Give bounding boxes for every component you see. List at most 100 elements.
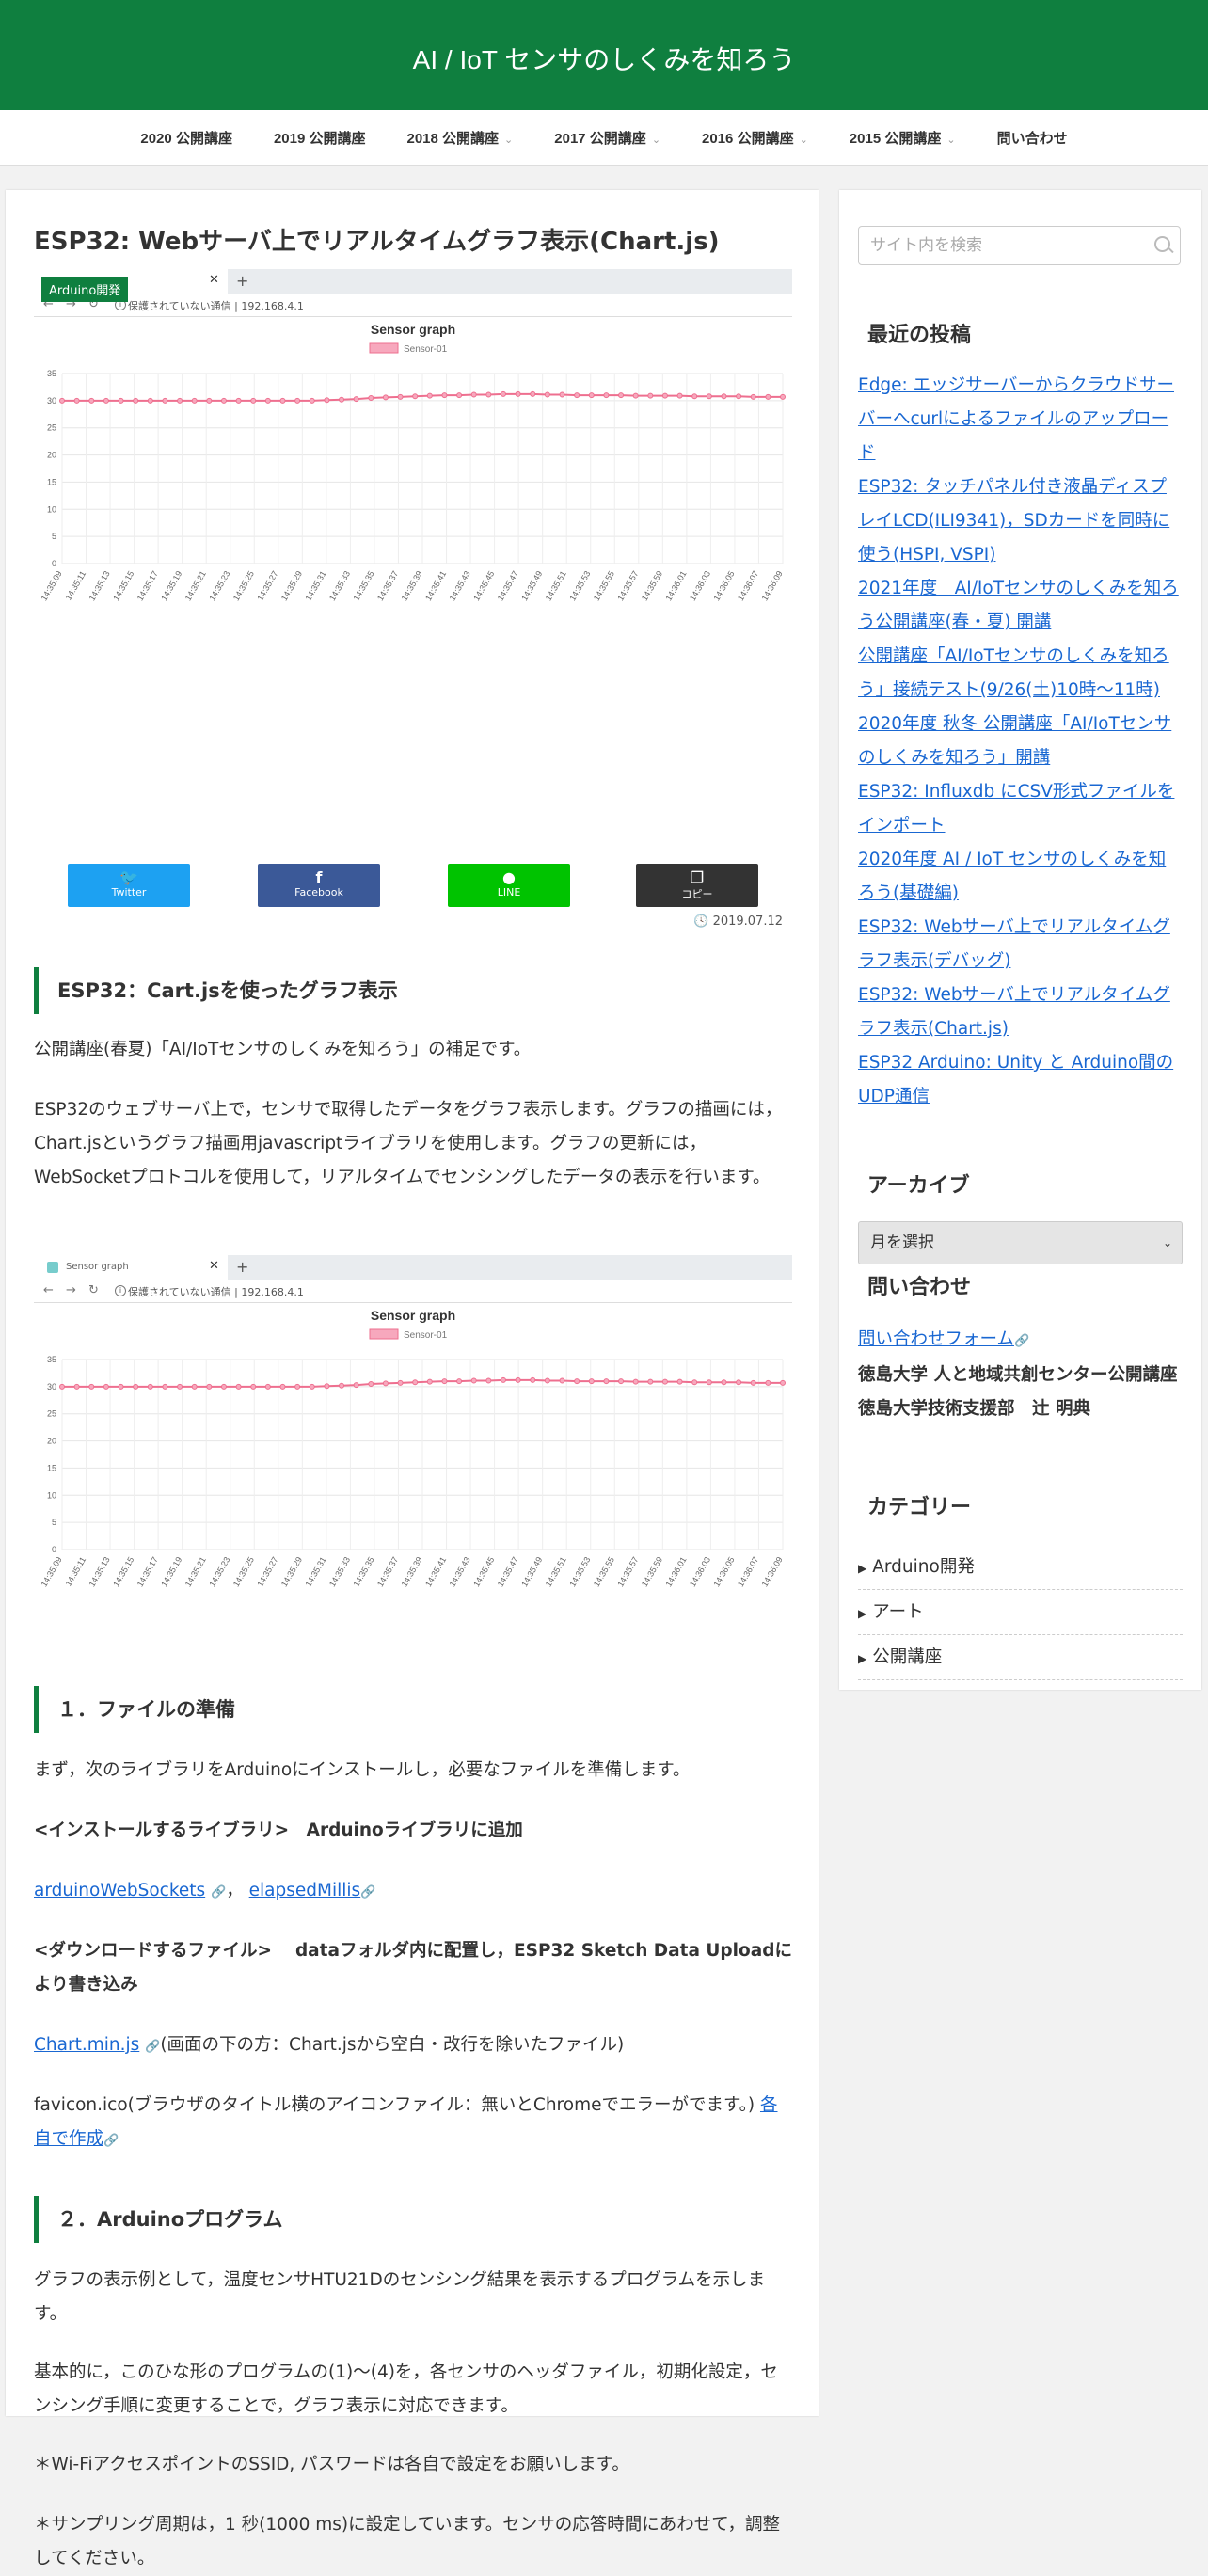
line-share-button[interactable]: ● LINE (448, 864, 570, 907)
data-point (264, 1383, 271, 1390)
nav-item[interactable]: 2017 公開講座 ⌄ (533, 128, 681, 148)
chart-js-line: Chart.min.js 🔗(画面の下の方：Chart.jsから空白・改行を除い… (34, 2028, 792, 2064)
x-tick-label: 14:35:15 (111, 569, 135, 602)
x-tick-label: 14:35:19 (159, 569, 183, 602)
archive-select[interactable]: 月を選択 ⌄ (858, 1221, 1183, 1264)
nav-item-label: 問い合わせ (996, 130, 1068, 147)
data-point (73, 1383, 80, 1390)
x-tick-label: 14:35:47 (496, 569, 520, 602)
data-point (353, 1382, 359, 1389)
data-point (294, 397, 301, 404)
data-point (382, 394, 389, 401)
x-tick-label: 14:35:23 (207, 1555, 231, 1588)
y-tick-label: 25 (47, 1409, 56, 1419)
x-tick-label: 14:35:49 (519, 569, 544, 602)
data-point (191, 1383, 198, 1390)
recent-post-link[interactable]: 2020年度 秋冬 公開講座「AI/IoTセンサのしくみを知ろう」開講 (858, 708, 1183, 775)
data-point (339, 396, 345, 403)
category-item[interactable]: ▶ Arduino開発 (858, 1545, 1183, 1590)
reload-icon: ↻ (88, 1283, 99, 1297)
data-point (382, 1380, 389, 1387)
data-point (530, 1376, 536, 1383)
info-icon: i (115, 1285, 126, 1296)
heading-files: １．ファイルの準備 (34, 1686, 792, 1733)
data-point (676, 392, 683, 399)
search-icon[interactable] (1154, 236, 1170, 252)
search-box (858, 226, 1181, 265)
data-point (264, 397, 271, 404)
recent-post-link[interactable]: ESP32: Webサーバ上でリアルタイムグラフ表示(デバッグ) (858, 911, 1183, 978)
search-input[interactable] (859, 227, 1145, 264)
link-arduinowebsockets[interactable]: arduinoWebSockets (34, 1881, 205, 1900)
nav-item[interactable]: 問い合わせ (977, 128, 1089, 148)
recent-post-link[interactable]: 2020年度 AI / IoT センサのしくみを知ろう(基礎編) (858, 843, 1183, 911)
x-tick-label: 14:35:25 (231, 1555, 256, 1588)
external-link-icon: 🔗 (211, 1885, 227, 1900)
x-tick-label: 14:35:35 (351, 569, 375, 602)
copy-button[interactable]: ❐ コピー (636, 864, 758, 907)
nav-item[interactable]: 2015 公開講座 ⌄ (829, 128, 977, 148)
data-point (574, 1378, 580, 1385)
nav-item[interactable]: 2019 公開講座 (253, 128, 387, 148)
site-header: AI / IoT センサのしくみを知ろう (0, 0, 1208, 110)
category-item[interactable]: ▶ 公開講座 (858, 1635, 1183, 1680)
recent-post-link[interactable]: 2021年度 AI/IoTセンサのしくみを知ろう公開講座(春・夏) 開講 (858, 572, 1183, 640)
facebook-share-button[interactable]: f Facebook (258, 864, 380, 907)
data-point (765, 393, 771, 400)
x-tick-label: 14:36:01 (663, 569, 688, 602)
data-point (250, 397, 257, 404)
nav-item[interactable]: 2020 公開講座 (119, 128, 253, 148)
nav-item-label: 2019 公開講座 (273, 130, 366, 147)
nav-item[interactable]: 2016 公開講座 ⌄ (681, 128, 829, 148)
data-point (177, 1383, 183, 1390)
link-chart-min-js[interactable]: Chart.min.js (34, 2035, 139, 2055)
data-point (118, 1383, 124, 1390)
share-buttons: 🐦 Twitter f Facebook ● LINE ❐ コピー (34, 864, 792, 907)
recent-post-link[interactable]: ESP32: Webサーバ上でリアルタイムグラフ表示(Chart.js) (858, 978, 1183, 1046)
x-tick-label: 14:35:31 (303, 1555, 327, 1588)
data-point (559, 391, 565, 398)
recent-posts-heading: 最近の投稿 (867, 324, 972, 347)
category-list: ▶ Arduino開発 ▶ アート ▶ 公開講座 (858, 1545, 1183, 1680)
y-tick-label: 35 (47, 1355, 56, 1364)
archive-heading: アーカイブ (867, 1174, 970, 1198)
data-point (206, 1383, 213, 1390)
x-tick-label: 14:36:07 (736, 569, 760, 602)
y-tick-label: 30 (47, 1382, 56, 1391)
data-point (661, 1378, 668, 1385)
link-elapsedmillis[interactable]: elapsedMillis (249, 1881, 361, 1900)
recent-post-link[interactable]: 公開講座「AI/IoTセンサのしくみを知ろう」接続テスト(9/26(土)10時～… (858, 640, 1183, 708)
y-tick-label: 25 (47, 423, 56, 433)
recent-post-link[interactable]: ESP32: Influxdb にCSV形式ファイルをインポート (858, 775, 1183, 843)
category-badge[interactable]: Arduino開発 (41, 277, 129, 302)
contact-form-link[interactable]: 問い合わせフォーム (858, 1329, 1014, 1349)
data-point (588, 1378, 595, 1385)
nav-item[interactable]: 2018 公開講座 ⌄ (387, 128, 534, 148)
data-point (59, 1383, 65, 1390)
data-point (456, 1378, 463, 1385)
recent-post-link[interactable]: ESP32: タッチパネル付き液晶ディスプレイLCD(ILI9341)，SDカー… (858, 470, 1183, 572)
recent-posts-list: Edge: エッジサーバーからクラウドサーバーへcurlによるファイルのアップロ… (858, 369, 1183, 1114)
recent-post-link[interactable]: ESP32 Arduino: Unity と Arduino間のUDP通信 (858, 1046, 1183, 1114)
data-point (162, 397, 168, 404)
recent-post-link[interactable]: Edge: エッジサーバーからクラウドサーバーへcurlによるファイルのアップロ… (858, 369, 1183, 470)
site-title[interactable]: AI / IoT センサのしくみを知ろう (0, 40, 1208, 77)
chevron-down-icon: ⌄ (651, 134, 661, 146)
line-icon: ● (502, 868, 516, 886)
x-tick-label: 14:35:19 (159, 1555, 183, 1588)
category-item[interactable]: ▶ アート (858, 1590, 1183, 1635)
data-point (103, 1383, 109, 1390)
twitter-share-button[interactable]: 🐦 Twitter (68, 864, 190, 907)
data-point (632, 1378, 639, 1385)
twitter-label: Twitter (111, 886, 147, 898)
x-tick-label: 14:35:13 (87, 569, 112, 602)
x-tick-label: 14:35:37 (375, 569, 400, 602)
data-point (133, 397, 139, 404)
contact-heading: 問い合わせ (867, 1276, 972, 1299)
x-tick-label: 14:35:15 (111, 1555, 135, 1588)
data-point (324, 1383, 330, 1390)
data-point (706, 393, 712, 400)
x-tick-label: 14:35:57 (615, 1555, 640, 1588)
y-tick-label: 20 (47, 1437, 56, 1446)
data-point (485, 391, 492, 398)
